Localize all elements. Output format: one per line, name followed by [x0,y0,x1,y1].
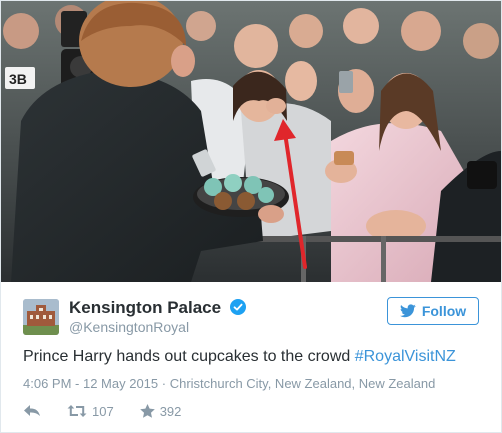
favorite-button[interactable]: 392 [139,403,182,419]
retweet-icon [67,405,87,417]
hashtag-link[interactable]: #RoyalVisitNZ [355,348,456,365]
reply-button[interactable] [23,404,41,418]
star-icon [139,404,155,418]
kensington-palace-avatar-icon [23,299,59,335]
tweet-metadata: 4:06 PM - 12 May 2015 · Christchurch Cit… [23,376,435,391]
twitter-bird-icon [399,304,416,318]
retweet-button[interactable]: 107 [67,404,114,419]
tweet-card: 3B Kensington Palace @KensingtonRoyal Fo… [0,0,502,433]
tweet-timestamp[interactable]: 4:06 PM - 12 May 2015 [23,376,158,391]
favorite-count: 392 [159,403,182,419]
sign-fragment-text: 3B [9,71,27,87]
follow-button-label: Follow [421,303,467,319]
meta-separator: · [158,376,170,391]
crowd-photo-image: 3B [1,1,501,282]
follow-button[interactable]: Follow [387,297,479,325]
account-display-name[interactable]: Kensington Palace [69,298,221,317]
reply-icon [24,405,40,416]
account-name-row[interactable]: Kensington Palace [69,298,246,318]
account-handle[interactable]: @KensingtonRoyal [69,319,189,335]
tweet-header: Kensington Palace @KensingtonRoyal Follo… [23,297,483,337]
verified-badge-icon [229,299,246,320]
tweet-photo[interactable]: 3B [1,1,501,282]
account-avatar[interactable] [23,299,59,335]
retweet-count: 107 [92,403,114,419]
tweet-text: Prince Harry hands out cupcakes to the c… [23,348,483,366]
tweet-actions: 107 392 [23,402,207,420]
tweet-text-body: Prince Harry hands out cupcakes to the c… [23,348,355,365]
tweet-location[interactable]: Christchurch City, New Zealand, New Zeal… [170,376,436,391]
